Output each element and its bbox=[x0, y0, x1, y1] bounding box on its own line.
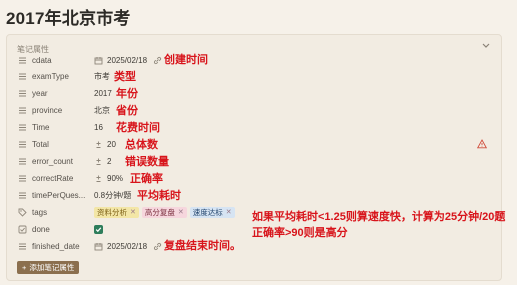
number-value: 2 bbox=[107, 156, 112, 166]
annotation-correct-rate: 正确率 bbox=[130, 173, 163, 185]
property-value[interactable]: 市考 bbox=[94, 71, 110, 82]
property-row-finished-date: finished_date 2025/02/18 bbox=[17, 239, 497, 253]
add-property-button[interactable]: + 添加笔记属性 bbox=[17, 261, 80, 274]
property-value[interactable]: 2017 bbox=[94, 89, 112, 98]
tag-list: 资料分析 ✕ 高分复盘 ✕ 速度达标 ✕ bbox=[94, 206, 235, 218]
tag-icon bbox=[17, 207, 27, 217]
date-value: 2025/02/18 bbox=[107, 241, 148, 251]
tag-pill[interactable]: 速度达标 ✕ bbox=[189, 206, 235, 218]
list-icon bbox=[17, 241, 27, 251]
property-name: done bbox=[32, 224, 50, 234]
property-row-examtype: examType 市考 bbox=[17, 69, 497, 83]
property-name: correctRate bbox=[32, 173, 74, 183]
property-row-year: year 2017 bbox=[17, 86, 497, 100]
list-icon bbox=[17, 105, 27, 115]
annotation-time-per-question: 平均耗时 bbox=[137, 190, 181, 202]
property-value[interactable]: 90% bbox=[94, 174, 123, 183]
list-icon bbox=[17, 173, 27, 183]
annotation-year: 年份 bbox=[116, 88, 138, 100]
property-value[interactable]: 2 bbox=[94, 157, 111, 166]
number-icon bbox=[96, 158, 101, 165]
page: 2017年北京市考 笔记属性 cdata 2025/02/18 创建时间 exa… bbox=[0, 0, 517, 285]
property-name: error_count bbox=[32, 156, 73, 166]
chevron-down-icon[interactable] bbox=[481, 40, 491, 50]
number-icon bbox=[96, 175, 101, 182]
property-row-error-count: error_count 2 bbox=[17, 154, 497, 168]
link-icon[interactable] bbox=[153, 242, 162, 251]
property-name: Total bbox=[32, 139, 49, 149]
property-row-correct-rate: correctRate 90% bbox=[17, 171, 497, 185]
property-value[interactable]: 20 bbox=[94, 140, 116, 149]
tag-pill[interactable]: 资料分析 ✕ bbox=[94, 206, 139, 218]
property-name: year bbox=[32, 88, 48, 98]
property-name: cdata bbox=[32, 55, 52, 65]
tag-label: 资料分析 bbox=[97, 207, 127, 217]
close-icon[interactable]: ✕ bbox=[130, 208, 136, 216]
list-icon bbox=[17, 190, 27, 200]
property-row-province: province 北京 bbox=[17, 103, 497, 117]
property-value[interactable]: 2025/02/18 bbox=[94, 56, 162, 65]
tag-label: 速度达标 bbox=[192, 207, 223, 217]
tag-label: 高分复盘 bbox=[144, 207, 175, 217]
tag-pill[interactable]: 高分复盘 ✕ bbox=[141, 206, 187, 218]
annotation-time: 花费时间 bbox=[116, 122, 160, 134]
list-icon bbox=[17, 71, 27, 81]
annotation-finished-date: 复盘结束时间。 bbox=[164, 240, 241, 252]
warning-icon[interactable] bbox=[477, 139, 487, 149]
list-icon bbox=[17, 139, 27, 149]
calendar-icon bbox=[94, 242, 103, 250]
property-value[interactable]: 北京 bbox=[94, 105, 110, 116]
list-icon bbox=[17, 122, 27, 132]
done-checkbox[interactable] bbox=[94, 224, 103, 234]
annotation-error-count: 错误数量 bbox=[125, 156, 169, 168]
properties-panel-header[interactable]: 笔记属性 bbox=[17, 39, 501, 54]
checkbox-type-icon bbox=[17, 224, 27, 234]
annotation-examtype: 类型 bbox=[114, 71, 136, 83]
add-property-label: 添加笔记属性 bbox=[29, 263, 75, 272]
page-title: 2017年北京市考 bbox=[6, 9, 131, 28]
link-icon[interactable] bbox=[153, 56, 162, 65]
close-icon[interactable]: ✕ bbox=[178, 208, 184, 216]
percent-value: 90% bbox=[107, 173, 124, 183]
property-name: finished_date bbox=[32, 241, 80, 251]
property-name: timePerQues... bbox=[32, 190, 86, 200]
property-value[interactable]: 0.8分钟/题 bbox=[94, 190, 131, 201]
annotation-cdata: 创建时间 bbox=[164, 54, 208, 66]
number-value: 20 bbox=[107, 139, 116, 149]
property-name: Time bbox=[32, 122, 50, 132]
property-row-total: Total 20 bbox=[17, 137, 497, 151]
annotation-note-line2: 正确率>90则是高分 bbox=[252, 227, 348, 239]
list-icon bbox=[17, 55, 27, 65]
property-name: province bbox=[32, 105, 63, 115]
property-name: tags bbox=[32, 207, 48, 217]
annotation-total: 总体数 bbox=[125, 139, 158, 151]
date-value: 2025/02/18 bbox=[107, 55, 148, 65]
property-row-cdata: cdata 2025/02/18 bbox=[17, 53, 497, 67]
close-icon[interactable]: ✕ bbox=[226, 208, 232, 216]
property-value[interactable]: 2025/02/18 bbox=[94, 242, 162, 251]
property-value[interactable]: 16 bbox=[94, 123, 103, 132]
list-icon bbox=[17, 156, 27, 166]
property-name: examType bbox=[32, 71, 69, 81]
annotation-note-line1: 如果平均耗时<1.25则算速度快，计算为25分钟/20题 bbox=[252, 211, 506, 223]
annotation-province: 省份 bbox=[116, 105, 138, 117]
list-icon bbox=[17, 88, 27, 98]
property-row-time-per-question: timePerQues... 0.8分钟/题 bbox=[17, 188, 497, 202]
properties-panel: 笔记属性 cdata 2025/02/18 创建时间 examType 市考 类… bbox=[6, 34, 506, 281]
number-icon bbox=[96, 141, 101, 148]
calendar-icon bbox=[94, 56, 103, 64]
plus-icon: + bbox=[22, 263, 27, 272]
property-row-time: Time 16 bbox=[17, 120, 497, 134]
